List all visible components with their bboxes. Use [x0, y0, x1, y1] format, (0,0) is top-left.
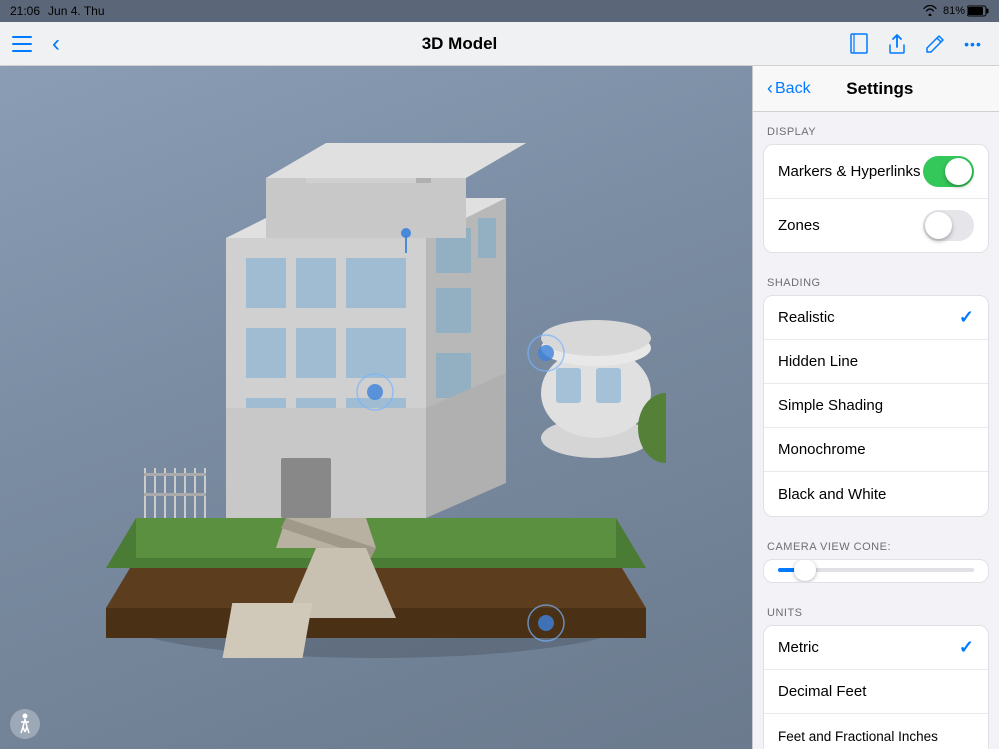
zones-toggle[interactable]	[923, 210, 974, 241]
wifi-icon	[922, 4, 938, 19]
zones-row[interactable]: Zones	[764, 199, 988, 252]
fractional-inches-label: Feet and Fractional Inches	[778, 729, 974, 744]
settings-header: ‹ Back Settings	[753, 66, 999, 112]
units-section-header: UNITS	[753, 593, 999, 625]
hidden-line-row[interactable]: Hidden Line	[764, 340, 988, 384]
simple-shading-label: Simple Shading	[778, 397, 974, 414]
camera-slider-thumb[interactable]	[794, 559, 816, 581]
hidden-line-label: Hidden Line	[778, 353, 974, 370]
back-label: Back	[775, 80, 811, 98]
share-icon[interactable]	[885, 32, 909, 56]
display-section-header: DISPLAY	[753, 112, 999, 144]
realistic-label: Realistic	[778, 309, 959, 326]
zones-toggle-knob	[925, 212, 952, 239]
realistic-checkmark: ✓	[959, 307, 974, 328]
settings-panel: ‹ Back Settings DISPLAY Markers & Hyperl…	[752, 66, 999, 749]
metric-label: Metric	[778, 639, 959, 656]
toolbar-title: 3D Model	[80, 34, 839, 54]
shading-section-header: SHADING	[753, 263, 999, 295]
time-display: 21:06	[10, 4, 40, 18]
monochrome-label: Monochrome	[778, 441, 974, 458]
markers-toggle-knob	[945, 158, 972, 185]
status-bar: 21:06 Jun 4. Thu 81%	[0, 0, 999, 22]
back-button[interactable]: ‹ Back	[767, 78, 811, 99]
toolbar: ‹ 3D Model •••	[0, 22, 999, 66]
realistic-row[interactable]: Realistic ✓	[764, 296, 988, 340]
settings-title: Settings	[815, 79, 945, 99]
fractional-inches-row[interactable]: Feet and Fractional Inches	[764, 714, 988, 749]
camera-slider-track[interactable]	[778, 568, 974, 572]
monochrome-row[interactable]: Monochrome	[764, 428, 988, 472]
black-white-row[interactable]: Black and White	[764, 472, 988, 516]
decimal-feet-label: Decimal Feet	[778, 683, 974, 700]
metric-row[interactable]: Metric ✓	[764, 626, 988, 670]
back-chevron-icon: ‹	[767, 78, 773, 99]
camera-section-header: CAMERA VIEW CONE:	[753, 527, 999, 559]
model-area	[0, 66, 752, 749]
markers-hyperlinks-row[interactable]: Markers & Hyperlinks	[764, 145, 988, 199]
black-white-label: Black and White	[778, 486, 974, 503]
more-icon[interactable]: •••	[961, 32, 985, 56]
shading-group: Realistic ✓ Hidden Line Simple Shading M…	[763, 295, 989, 517]
metric-checkmark: ✓	[959, 637, 974, 658]
markers-hyperlinks-label: Markers & Hyperlinks	[778, 163, 923, 180]
markers-toggle[interactable]	[923, 156, 974, 187]
hamburger-menu-icon[interactable]	[10, 32, 34, 56]
zones-label: Zones	[778, 217, 923, 234]
simple-shading-row[interactable]: Simple Shading	[764, 384, 988, 428]
camera-slider-container	[764, 560, 988, 582]
back-arrow-icon[interactable]: ‹	[44, 32, 68, 56]
units-group: Metric ✓ Decimal Feet Feet and Fractiona…	[763, 625, 989, 749]
display-group: Markers & Hyperlinks Zones	[763, 144, 989, 253]
camera-group	[763, 559, 989, 583]
battery-display: 81%	[943, 5, 989, 17]
pencil-icon[interactable]	[923, 32, 947, 56]
walk-mode-figure	[10, 709, 40, 739]
date-display: Jun 4. Thu	[48, 4, 104, 18]
book-icon[interactable]	[847, 32, 871, 56]
decimal-feet-row[interactable]: Decimal Feet	[764, 670, 988, 714]
